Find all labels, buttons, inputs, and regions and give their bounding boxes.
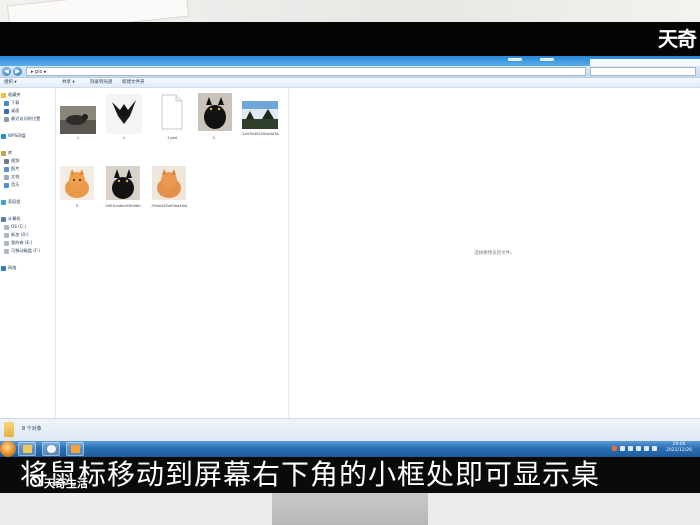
music-icon bbox=[4, 182, 9, 188]
nav-drive-e[interactable]: 我的卷 (E:) bbox=[4, 239, 32, 247]
start-button[interactable] bbox=[0, 441, 16, 457]
navigation-pane: 收藏夹 下载 桌面 最近访问的位置 WPS网盘 库 视频 图片 文档 音乐 家庭… bbox=[0, 88, 56, 418]
status-bar: 8 个对象 bbox=[0, 418, 700, 441]
network-icon bbox=[1, 265, 6, 271]
file-thumbnail-black-cat[interactable] bbox=[106, 166, 140, 200]
background-paper bbox=[0, 0, 700, 22]
file-thumbnail-orange-cat[interactable] bbox=[60, 166, 94, 200]
title-bar bbox=[0, 56, 700, 66]
file-name: -2a53b46320be4d3b bbox=[241, 132, 279, 136]
drive-icon bbox=[4, 240, 9, 246]
tray-icon[interactable] bbox=[612, 446, 617, 451]
nav-drive-d[interactable]: 新加 (D:) bbox=[4, 231, 29, 239]
video-icon bbox=[4, 158, 9, 164]
explorer-window: ◀ ▶ ▸ pic ▸ 组织 ▾ 共享 ▾ 刻录到光盘 新建文件夹 收藏夹 下载… bbox=[0, 56, 700, 441]
address-bar: ◀ ▶ ▸ pic ▸ bbox=[0, 66, 700, 78]
title-bar-highlight bbox=[590, 59, 700, 66]
network-icon[interactable] bbox=[636, 446, 641, 451]
nav-wps[interactable]: WPS网盘 bbox=[1, 132, 26, 140]
organize-button[interactable]: 组织 ▾ bbox=[4, 78, 17, 88]
download-icon bbox=[4, 100, 9, 106]
item-count: 8 个对象 bbox=[22, 426, 42, 432]
nav-videos[interactable]: 视频 bbox=[4, 157, 19, 165]
nav-music[interactable]: 音乐 bbox=[4, 181, 19, 189]
nav-recent[interactable]: 最近访问的位置 bbox=[4, 115, 40, 123]
file-name: 1.psd bbox=[167, 136, 177, 140]
brand-logo: 天奇 bbox=[658, 27, 697, 51]
address-input[interactable]: ▸ pic ▸ bbox=[26, 67, 586, 76]
homegroup-icon bbox=[1, 199, 6, 205]
file-list: 1 1 1.psd 2 -2a53b46320be4d3b 3 5d53cbdb… bbox=[56, 88, 288, 418]
file-name: -59bb262a90ba4feb bbox=[150, 204, 188, 208]
watermark-logo-icon bbox=[30, 476, 41, 487]
glint bbox=[540, 58, 554, 61]
file-name: 1 bbox=[76, 136, 80, 140]
taskbar-app[interactable] bbox=[66, 442, 84, 456]
star-icon bbox=[1, 92, 6, 98]
app-icon bbox=[71, 445, 80, 453]
toolbar: 组织 ▾ 共享 ▾ 刻录到光盘 新建文件夹 bbox=[0, 78, 700, 88]
subtitle-text: 将鼠标移动到屏幕右下角的小框处即可显示桌 bbox=[20, 458, 601, 491]
file-thumbnail-black-cat[interactable] bbox=[198, 93, 232, 131]
library-icon bbox=[1, 150, 6, 156]
file-thumbnail-orange-cat[interactable] bbox=[152, 166, 186, 200]
drive-icon bbox=[4, 224, 9, 230]
tray-icon[interactable] bbox=[628, 446, 633, 451]
browser-icon bbox=[47, 445, 56, 453]
video-top-bar: 天奇 bbox=[0, 22, 700, 56]
taskbar-browser[interactable] bbox=[42, 442, 60, 456]
monitor-base bbox=[0, 493, 700, 525]
file-name: 2 bbox=[212, 136, 216, 140]
back-icon[interactable]: ◀ bbox=[2, 67, 11, 76]
video-caption-bar: 将鼠标移动到屏幕右下角的小框处即可显示桌 天奇生活 bbox=[0, 457, 700, 493]
taskbar-explorer[interactable] bbox=[18, 442, 36, 456]
usb-drive-icon bbox=[4, 248, 9, 254]
recent-icon bbox=[4, 116, 9, 122]
glint bbox=[508, 58, 522, 61]
tray-icon[interactable] bbox=[620, 446, 625, 451]
file-name: 1 bbox=[122, 136, 126, 140]
volume-icon[interactable] bbox=[644, 446, 649, 451]
nav-pictures[interactable]: 图片 bbox=[4, 165, 19, 173]
file-name: 3 bbox=[75, 204, 79, 208]
forward-icon[interactable]: ▶ bbox=[13, 67, 22, 76]
folder-icon bbox=[23, 445, 32, 453]
nav-drive-c[interactable]: OS (C:) bbox=[4, 223, 26, 231]
file-thumbnail-bird[interactable] bbox=[60, 106, 96, 134]
document-icon bbox=[4, 174, 9, 180]
burn-button[interactable]: 刻录到光盘 bbox=[90, 78, 113, 88]
nav-computer[interactable]: 计算机 bbox=[1, 215, 21, 223]
document-icon[interactable] bbox=[160, 94, 184, 130]
nav-libraries[interactable]: 库 bbox=[1, 149, 12, 157]
nav-desktop[interactable]: 桌面 bbox=[4, 107, 19, 115]
taskbar: 19:06 2021/12/26 bbox=[0, 441, 700, 457]
new-folder-button[interactable]: 新建文件夹 bbox=[122, 78, 145, 88]
cloud-icon bbox=[1, 133, 6, 139]
search-input[interactable] bbox=[590, 67, 696, 76]
nav-documents[interactable]: 文档 bbox=[4, 173, 19, 181]
desktop-icon bbox=[4, 108, 9, 114]
picture-icon bbox=[4, 166, 9, 172]
watermark-text: 天奇生活 bbox=[44, 477, 88, 490]
paper-sheet bbox=[6, 0, 190, 22]
nav-downloads[interactable]: 下载 bbox=[4, 99, 19, 107]
nav-drive-f[interactable]: 可移动磁盘 (F:) bbox=[4, 247, 40, 255]
nav-homegroup[interactable]: 家庭组 bbox=[1, 198, 21, 206]
input-method-icon[interactable] bbox=[652, 446, 657, 451]
system-tray: 19:06 2021/12/26 bbox=[608, 441, 698, 457]
preview-pane: 选择要预览的文件。 bbox=[289, 88, 700, 418]
monitor-stand bbox=[272, 493, 428, 525]
file-thumbnail-black-bird[interactable] bbox=[106, 94, 142, 134]
nav-network[interactable]: 网络 bbox=[1, 264, 16, 272]
computer-icon bbox=[1, 216, 6, 222]
clock[interactable]: 19:06 2021/12/26 bbox=[664, 442, 694, 454]
share-button[interactable]: 共享 ▾ bbox=[62, 78, 75, 88]
file-thumbnail-landscape[interactable] bbox=[242, 101, 278, 129]
folder-icon bbox=[4, 422, 14, 437]
drive-icon bbox=[4, 232, 9, 238]
nav-favorites[interactable]: 收藏夹 bbox=[1, 91, 21, 99]
preview-message: 选择要预览的文件。 bbox=[474, 251, 515, 256]
file-name: 5d53cbdba93fd46d bbox=[105, 204, 141, 208]
